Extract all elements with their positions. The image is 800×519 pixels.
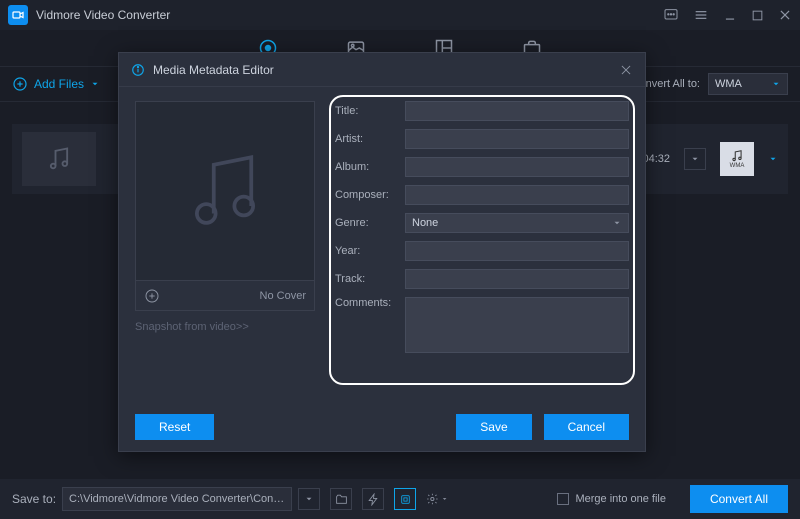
reset-button[interactable]: Reset	[135, 414, 214, 440]
add-files-button[interactable]: Add Files	[12, 76, 100, 92]
menu-icon[interactable]	[693, 7, 709, 23]
settings-icon[interactable]	[426, 488, 448, 510]
output-format-select[interactable]: WMA	[708, 73, 788, 95]
app-title: Vidmore Video Converter	[36, 8, 170, 22]
comments-label: Comments:	[335, 297, 405, 309]
add-cover-button[interactable]	[144, 288, 160, 304]
open-folder-icon[interactable]	[330, 488, 352, 510]
output-format-value: WMA	[715, 78, 742, 90]
output-format-badge[interactable]: WMA	[720, 142, 754, 176]
no-cover-label: No Cover	[260, 290, 306, 302]
album-label: Album:	[335, 161, 405, 173]
save-path-value: C:\Vidmore\Vidmore Video Converter\Conve…	[69, 493, 285, 505]
chevron-down-icon	[771, 79, 781, 89]
merge-label: Merge into one file	[575, 493, 666, 505]
file-edit-icon[interactable]	[684, 148, 706, 170]
app-logo	[8, 5, 28, 25]
artist-label: Artist:	[335, 133, 405, 145]
maximize-icon[interactable]	[751, 9, 764, 22]
chevron-down-icon	[90, 79, 100, 89]
chevron-down-icon	[612, 218, 622, 228]
track-input[interactable]	[405, 269, 629, 289]
minimize-icon[interactable]	[723, 8, 737, 22]
cancel-button[interactable]: Cancel	[544, 414, 629, 440]
artist-input[interactable]	[405, 129, 629, 149]
save-to-label: Save to:	[12, 492, 56, 506]
modal-close-button[interactable]	[619, 63, 633, 77]
add-files-label: Add Files	[34, 77, 84, 91]
album-input[interactable]	[405, 157, 629, 177]
year-input[interactable]	[405, 241, 629, 261]
modal-title: Media Metadata Editor	[153, 63, 274, 77]
composer-label: Composer:	[335, 189, 405, 201]
genre-label: Genre:	[335, 217, 405, 229]
bottom-bar: Save to: C:\Vidmore\Vidmore Video Conver…	[0, 479, 800, 519]
file-thumb	[22, 132, 96, 186]
comments-input[interactable]	[405, 297, 629, 353]
convert-all-button[interactable]: Convert All	[690, 485, 788, 513]
title-input[interactable]	[405, 101, 629, 121]
save-path-input[interactable]: C:\Vidmore\Vidmore Video Converter\Conve…	[62, 487, 292, 511]
gpu-on-icon[interactable]	[394, 488, 416, 510]
snapshot-link[interactable]: Snapshot from video>>	[135, 321, 315, 333]
composer-input[interactable]	[405, 185, 629, 205]
cover-preview	[135, 101, 315, 281]
genre-select[interactable]: None	[405, 213, 629, 233]
speed-off-icon[interactable]	[362, 488, 384, 510]
genre-value: None	[412, 217, 438, 229]
feedback-icon[interactable]	[663, 7, 679, 23]
year-label: Year:	[335, 245, 405, 257]
info-icon	[131, 63, 145, 77]
title-label: Title:	[335, 105, 405, 117]
merge-checkbox[interactable]	[557, 493, 569, 505]
close-icon[interactable]	[778, 8, 792, 22]
save-button[interactable]: Save	[456, 414, 531, 440]
track-label: Track:	[335, 273, 405, 285]
format-chevron-icon[interactable]	[768, 154, 778, 164]
metadata-editor-modal: Media Metadata Editor No Cover Snapshot …	[118, 52, 646, 452]
modal-header: Media Metadata Editor	[119, 53, 645, 87]
titlebar: Vidmore Video Converter	[0, 0, 800, 30]
path-dropdown-icon[interactable]	[298, 488, 320, 510]
